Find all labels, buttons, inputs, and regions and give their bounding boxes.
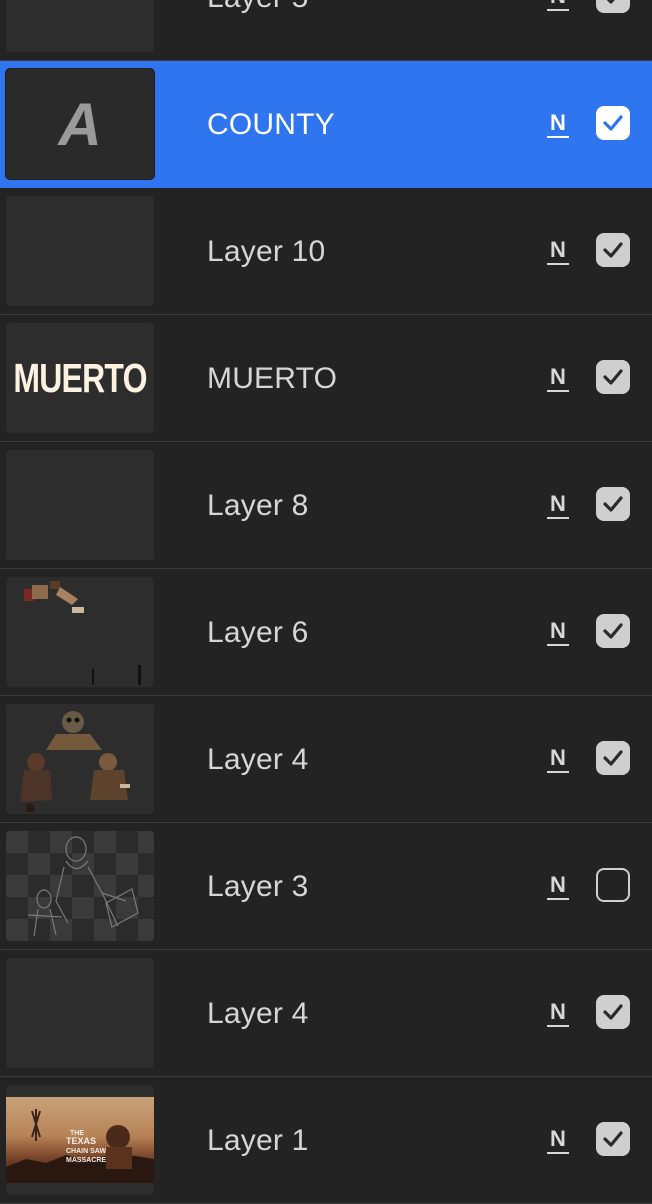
layer-thumbnail[interactable] bbox=[6, 577, 154, 687]
layer-row[interactable]: Layer 6 N bbox=[0, 569, 652, 696]
layer-thumbnail[interactable] bbox=[6, 196, 154, 306]
blend-mode-button[interactable]: N bbox=[547, 618, 569, 646]
poster-title-line: TEXAS bbox=[66, 1136, 96, 1146]
blend-mode-button[interactable]: N bbox=[547, 364, 569, 392]
layers-panel: Layer 5NACOUNTYNLayer 10NMUERTOMUERTONLa… bbox=[0, 0, 652, 1204]
layer-name: Layer 3 bbox=[207, 870, 309, 903]
layer-row[interactable]: Layer 5 N bbox=[0, 0, 652, 61]
poster-image: THE TEXAS CHAIN SAW MASSACRE bbox=[6, 1097, 154, 1183]
layer-thumbnail[interactable]: A bbox=[6, 69, 154, 179]
layer-row[interactable]: MUERTO MUERTO N bbox=[0, 315, 652, 442]
blend-mode-button[interactable]: N bbox=[547, 110, 569, 138]
blend-mode-button[interactable]: N bbox=[547, 491, 569, 519]
blend-mode-button[interactable]: N bbox=[547, 745, 569, 773]
layer-name: Layer 4 bbox=[207, 997, 309, 1030]
visibility-checkbox[interactable] bbox=[596, 233, 630, 267]
layer-row[interactable]: THE TEXAS CHAIN SAW MASSACRE Layer 1N bbox=[0, 1077, 652, 1204]
layer-name: COUNTY bbox=[207, 108, 335, 141]
layer-row[interactable]: Layer 3 N bbox=[0, 823, 652, 950]
visibility-checkbox[interactable] bbox=[596, 487, 630, 521]
thumbnail-text-preview: MUERTO bbox=[13, 354, 147, 401]
visibility-checkbox[interactable] bbox=[596, 741, 630, 775]
visibility-checkbox[interactable] bbox=[596, 995, 630, 1029]
visibility-checkbox[interactable] bbox=[596, 106, 630, 140]
blend-mode-button[interactable]: N bbox=[547, 237, 569, 265]
layer-thumbnail[interactable]: MUERTO bbox=[6, 323, 154, 433]
blend-mode-button[interactable]: N bbox=[547, 872, 569, 900]
art-fragments-thumbnail bbox=[24, 581, 141, 685]
layer-thumbnail[interactable] bbox=[6, 704, 154, 814]
blend-mode-button[interactable]: N bbox=[547, 999, 569, 1027]
visibility-checkbox[interactable] bbox=[596, 0, 630, 13]
visibility-checkbox[interactable] bbox=[596, 614, 630, 648]
characters-thumbnail bbox=[20, 711, 130, 812]
layer-name: MUERTO bbox=[207, 362, 338, 395]
layer-name: Layer 4 bbox=[207, 743, 309, 776]
layer-row[interactable]: Layer 4 N bbox=[0, 950, 652, 1077]
layer-thumbnail[interactable] bbox=[6, 831, 154, 941]
layer-row[interactable]: Layer 8 N bbox=[0, 442, 652, 569]
visibility-checkbox[interactable] bbox=[596, 868, 630, 902]
blend-mode-button[interactable]: N bbox=[547, 1126, 569, 1154]
layer-name: Layer 10 bbox=[207, 235, 326, 268]
layer-row[interactable]: Layer 4 N bbox=[0, 696, 652, 823]
layer-thumbnail[interactable] bbox=[6, 450, 154, 560]
poster-title-line: MASSACRE bbox=[66, 1157, 106, 1164]
transparency-checker bbox=[6, 831, 154, 941]
text-layer-icon: A bbox=[58, 90, 102, 158]
visibility-checkbox[interactable] bbox=[596, 1122, 630, 1156]
layer-name: Layer 5 bbox=[207, 0, 308, 61]
blend-mode-button[interactable]: N bbox=[547, 0, 569, 11]
sketch-drawing bbox=[27, 836, 139, 937]
visibility-checkbox[interactable] bbox=[596, 360, 630, 394]
layer-name: Layer 1 bbox=[207, 1124, 309, 1157]
layer-row[interactable]: A COUNTY N bbox=[0, 61, 652, 188]
layer-name: Layer 8 bbox=[207, 489, 309, 522]
layer-name: Layer 6 bbox=[207, 616, 309, 649]
poster-title-line: CHAIN SAW bbox=[66, 1148, 106, 1155]
layer-row[interactable]: Layer 10 N bbox=[0, 188, 652, 315]
layer-thumbnail[interactable] bbox=[6, 0, 154, 52]
layer-thumbnail[interactable]: THE TEXAS CHAIN SAW MASSACRE bbox=[6, 1085, 154, 1195]
layer-thumbnail[interactable] bbox=[6, 958, 154, 1068]
